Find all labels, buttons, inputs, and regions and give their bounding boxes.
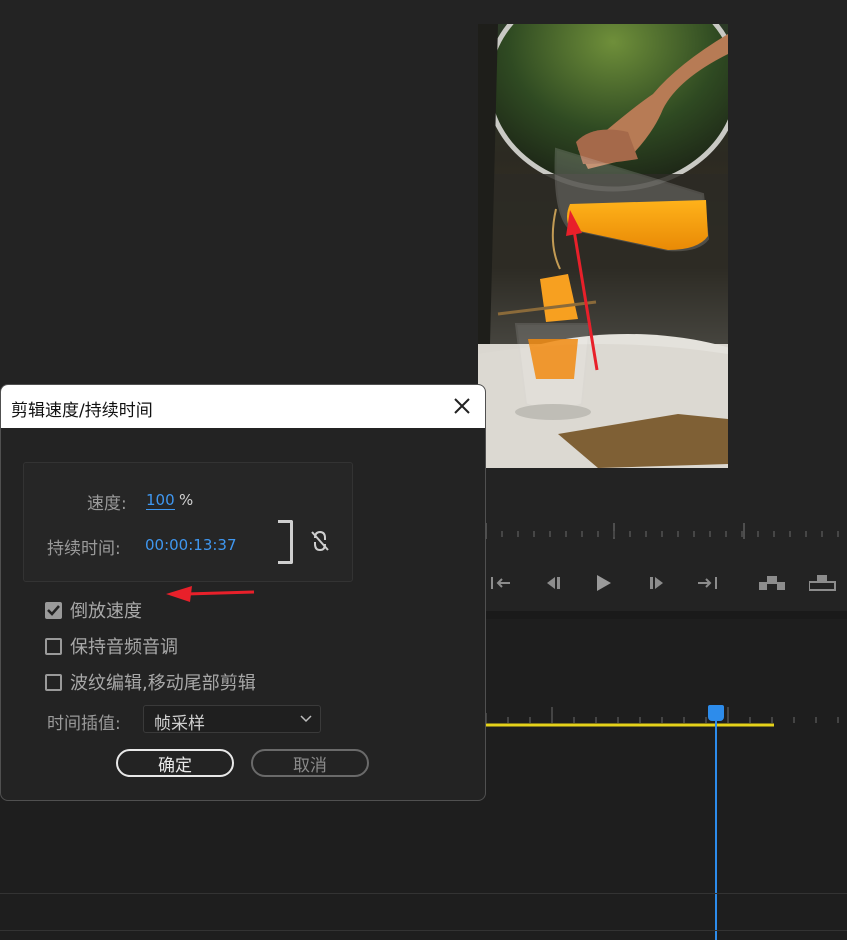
link-bracket — [278, 520, 293, 564]
chevron-down-icon — [300, 715, 312, 723]
speed-label: 速度: — [87, 494, 127, 514]
speed-duration-group — [23, 462, 353, 582]
time-interpolation-value: 帧采样 — [154, 714, 205, 734]
step-forward-icon[interactable] — [642, 568, 672, 598]
transport-controls — [486, 566, 847, 600]
maintain-pitch-label: 保持音频音调 — [70, 637, 178, 658]
ok-button[interactable]: 确定 — [116, 749, 234, 777]
playhead-line[interactable] — [715, 714, 717, 940]
speed-value[interactable]: 100 — [146, 491, 175, 510]
ripple-edit-checkbox[interactable]: 波纹编辑,移动尾部剪辑 — [45, 669, 256, 695]
sequence-time-ruler[interactable] — [486, 703, 847, 733]
playhead-handle[interactable] — [708, 705, 724, 721]
cancel-button[interactable]: 取消 — [251, 749, 369, 777]
clip-speed-duration-dialog: 剪辑速度/持续时间 速度: 100 % 持续时间: 00:00:13:37 倒放… — [0, 384, 486, 801]
reverse-speed-label: 倒放速度 — [70, 601, 142, 622]
play-icon[interactable] — [588, 568, 618, 598]
speed-unit: % — [179, 491, 194, 509]
step-back-icon[interactable] — [538, 568, 568, 598]
checkbox-box[interactable] — [45, 637, 62, 655]
panel-divider — [486, 611, 847, 619]
go-to-in-icon[interactable] — [486, 568, 516, 598]
go-to-out-icon[interactable] — [692, 568, 722, 598]
maintain-pitch-checkbox[interactable]: 保持音频音调 — [45, 633, 178, 659]
time-interpolation-select[interactable]: 帧采样 — [143, 705, 321, 734]
checkbox-box[interactable] — [45, 601, 62, 619]
track-divider — [0, 930, 847, 931]
reverse-speed-checkbox[interactable]: 倒放速度 — [45, 597, 142, 623]
time-interpolation-label: 时间插值: — [47, 714, 121, 734]
close-icon[interactable] — [451, 395, 473, 417]
source-time-ruler[interactable] — [486, 515, 847, 541]
dialog-title: 剪辑速度/持续时间 — [11, 401, 153, 421]
program-monitor-preview — [478, 24, 728, 468]
checkbox-box[interactable] — [45, 673, 62, 691]
insert-icon[interactable] — [758, 568, 788, 598]
track-divider — [0, 893, 847, 894]
duration-value[interactable]: 00:00:13:37 — [145, 536, 237, 554]
unlink-icon[interactable] — [309, 529, 331, 553]
ripple-edit-label: 波纹编辑,移动尾部剪辑 — [70, 673, 256, 694]
duration-label: 持续时间: — [47, 539, 121, 559]
dialog-titlebar[interactable]: 剪辑速度/持续时间 — [1, 385, 485, 428]
overwrite-icon[interactable] — [808, 568, 838, 598]
